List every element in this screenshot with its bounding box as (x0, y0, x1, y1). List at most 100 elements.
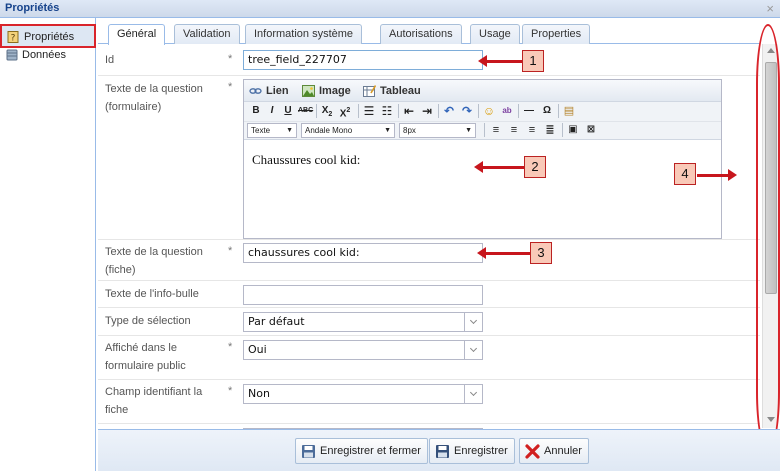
required-mark: * (228, 81, 233, 93)
undo-icon[interactable]: ↶ (442, 104, 456, 118)
underline-icon[interactable]: U (281, 104, 295, 118)
save-button[interactable]: Enregistrer (429, 438, 515, 464)
callout-1: 1 (522, 50, 544, 72)
cancel-icon (525, 444, 540, 459)
editor-font-toolbar: Texte Andale Mono 8px ≡ ≡ ≡ ≣ ▣ ⊠ (244, 122, 721, 140)
numbered-list-icon[interactable]: ☷ (380, 104, 394, 118)
align-right-icon[interactable]: ≡ (525, 123, 539, 137)
insert-link-button[interactable]: Lien (249, 83, 289, 99)
special-char-icon[interactable]: Ω (540, 104, 554, 118)
public-form-select[interactable]: Oui (243, 340, 483, 360)
toolbar-separator (558, 104, 559, 118)
chevron-down-icon[interactable] (464, 341, 482, 359)
form-row-selection-type: Type de sélection Par défaut (98, 308, 760, 336)
source-code-icon[interactable]: ▣ (566, 123, 580, 137)
tab-properties[interactable]: Properties (522, 24, 591, 44)
save-label: Enregistrer (454, 445, 508, 457)
chevron-down-icon[interactable] (464, 313, 482, 331)
align-center-icon[interactable]: ≡ (507, 123, 521, 137)
callout-3: 3 (530, 242, 552, 264)
superscript-icon[interactable]: X2 (338, 104, 352, 119)
callout-arrow (474, 161, 524, 173)
svg-text:?: ? (11, 34, 16, 44)
font-size-select[interactable]: 8px (399, 123, 476, 138)
tab-validation[interactable]: Validation (174, 24, 240, 44)
window-title: Propriétés (5, 2, 60, 14)
indent-icon[interactable]: ⇥ (420, 104, 434, 118)
save-close-button[interactable]: Enregistrer et fermer (295, 438, 428, 464)
identifier-value: Non (248, 387, 270, 400)
toolbar-separator (438, 104, 439, 118)
sidebar-item-data[interactable]: Données (0, 48, 95, 64)
required-mark: * (228, 53, 233, 65)
tab-usage[interactable]: Usage (470, 24, 520, 44)
toolbar-separator (358, 104, 359, 118)
field-label: Texte de la question (fiche) (105, 246, 203, 276)
sidebar-item-properties[interactable]: ? Propriétés (0, 24, 96, 48)
insert-table-button[interactable]: Tableau (363, 83, 421, 99)
horizontal-rule-icon[interactable]: — (522, 104, 536, 118)
form-row-id: Id * tree_field_227707 (98, 45, 760, 76)
align-left-icon[interactable]: ≡ (489, 123, 503, 137)
tooltip-field[interactable] (243, 285, 483, 305)
image-icon (302, 85, 315, 97)
form-row-tooltip: Texte de l'info-bulle (98, 281, 760, 308)
field-label: Champ identifiant la fiche (105, 386, 203, 416)
font-select[interactable]: Andale Mono (301, 123, 395, 138)
field-label: Texte de l'info-bulle (105, 288, 199, 300)
tab-bar: Général Validation Information système A… (98, 18, 760, 45)
editor-content-area[interactable]: Chaussures cool kid: (244, 140, 721, 238)
window-titlebar: Propriétés × (0, 0, 780, 18)
scrollbar-highlight (756, 24, 780, 452)
properties-icon: ? (7, 31, 19, 43)
sidebar: ? Propriétés Données (0, 18, 96, 471)
strikethrough-icon[interactable]: ABC (298, 104, 313, 118)
insert-table-label: Tableau (380, 85, 421, 97)
toolbar-separator (518, 104, 519, 118)
save-icon (436, 445, 449, 458)
insert-image-label: Image (319, 85, 351, 97)
tab-general[interactable]: Général (108, 24, 166, 45)
selection-type-select[interactable]: Par défaut (243, 312, 483, 332)
spellcheck-icon[interactable]: ab (500, 104, 514, 118)
save-close-icon (302, 445, 315, 458)
align-justify-icon[interactable]: ≣ (543, 123, 557, 137)
style-select[interactable]: Texte (247, 123, 297, 138)
cancel-button[interactable]: Annuler (519, 438, 589, 464)
tab-system-info[interactable]: Information système (245, 24, 363, 44)
callout-arrow (478, 55, 522, 67)
editor-insert-toolbar: Lien Image Tableau (244, 80, 721, 102)
form-row-identifier: Champ identifiant la fiche * Non (98, 380, 760, 424)
redo-icon[interactable]: ↷ (460, 104, 474, 118)
tab-permissions[interactable]: Autorisations (380, 24, 462, 44)
editor-content: Chaussures cool kid: (252, 152, 361, 167)
editor-format-toolbar: B I U ABC X2 X2 ☰ ☷ ⇤ ⇥ ↶ ↷ ☺ ab — Ω ▤ (244, 102, 721, 122)
outdent-icon[interactable]: ⇤ (402, 104, 416, 118)
insert-image-button[interactable]: Image (302, 83, 351, 99)
sidebar-item-label: Propriétés (24, 31, 75, 43)
selection-type-value: Par défaut (248, 315, 305, 328)
fullscreen-icon[interactable]: ⊠ (584, 123, 598, 137)
id-field[interactable]: tree_field_227707 (243, 50, 483, 70)
paste-icon[interactable]: ▤ (562, 104, 576, 118)
insert-link-label: Lien (266, 85, 289, 97)
toolbar-separator (478, 104, 479, 118)
required-mark: * (228, 341, 233, 353)
bullet-list-icon[interactable]: ☰ (362, 104, 376, 118)
field-label: Affiché dans le formulaire public (105, 342, 186, 372)
toolbar-separator (398, 104, 399, 118)
rich-text-editor: Lien Image Tableau B I U ABC X2 X2 ☰ ☷ ⇤ (243, 79, 722, 239)
italic-icon[interactable]: I (265, 104, 279, 118)
callout-4: 4 (674, 163, 696, 185)
link-icon (249, 88, 262, 94)
smiley-icon[interactable]: ☺ (482, 104, 496, 118)
footer-bar: Enregistrer et fermer Enregistrer Annule… (98, 429, 780, 471)
chevron-down-icon[interactable] (464, 385, 482, 403)
close-icon[interactable]: × (766, 0, 774, 17)
toolbar-separator (316, 104, 317, 118)
identifier-select[interactable]: Non (243, 384, 483, 404)
question-fiche-field[interactable]: chaussures cool kid: (243, 243, 483, 263)
bold-icon[interactable]: B (249, 104, 263, 118)
subscript-icon[interactable]: X2 (320, 104, 334, 118)
form-panel: Id * tree_field_227707 Texte de la quest… (98, 45, 760, 429)
